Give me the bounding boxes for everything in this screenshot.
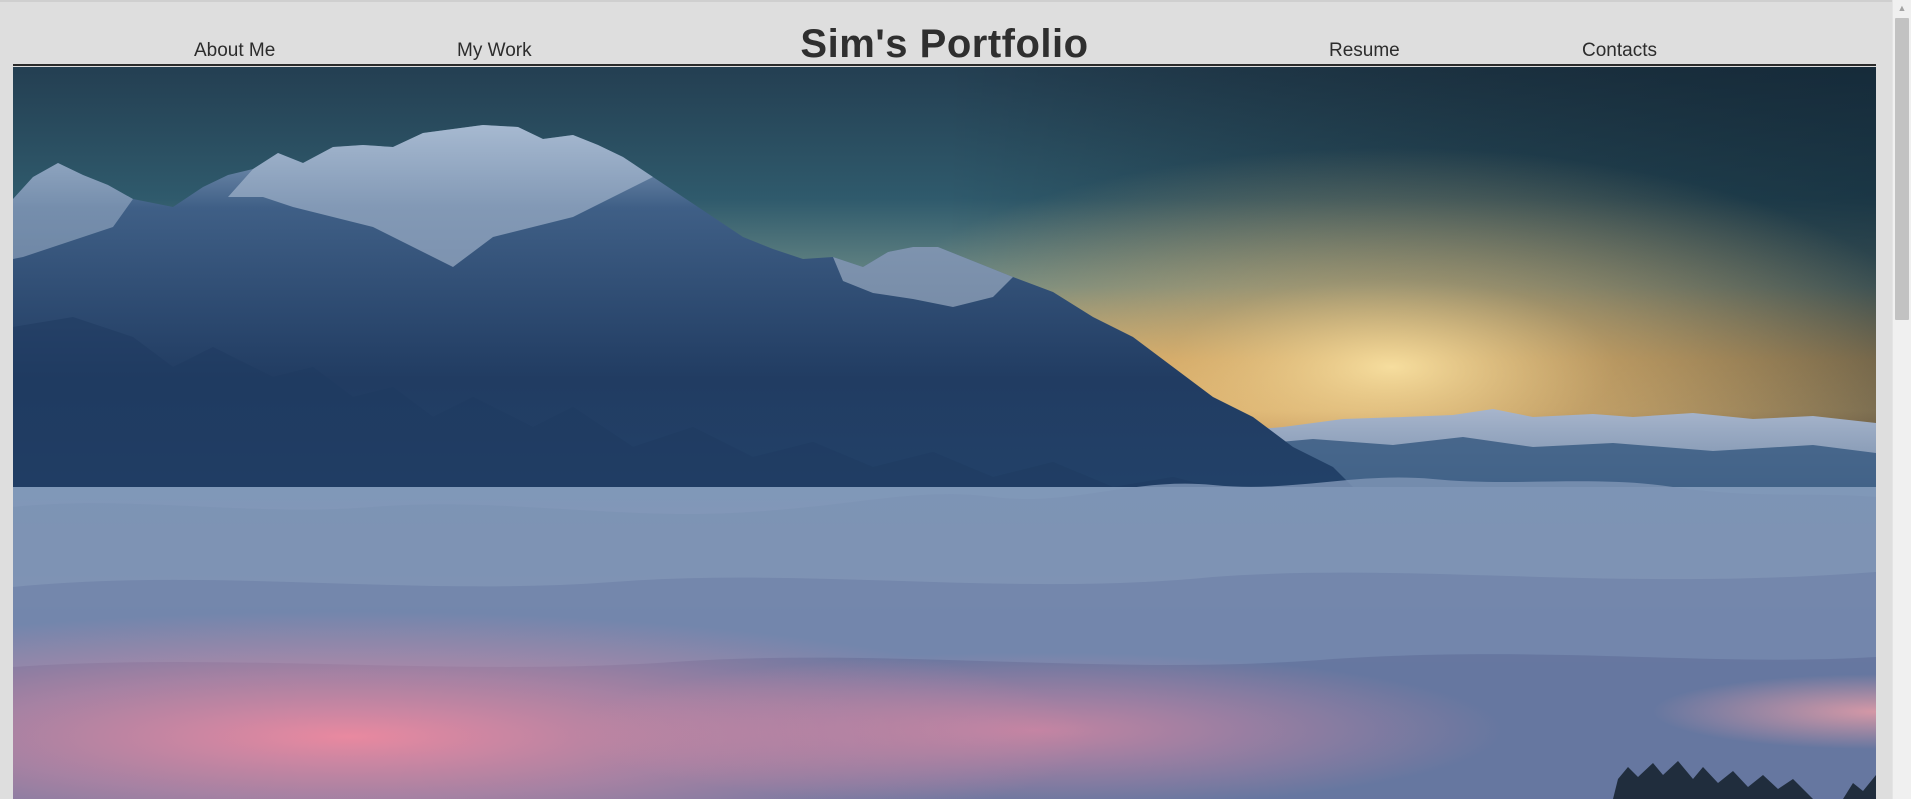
site-navigation: About Me My Work Sim's Portfolio Resume … — [13, 0, 1876, 66]
page: About Me My Work Sim's Portfolio Resume … — [0, 0, 1911, 799]
scrollbar-thumb[interactable] — [1895, 18, 1909, 320]
nav-link-resume[interactable]: Resume — [1329, 40, 1400, 62]
header-divider — [13, 64, 1876, 66]
mountain-landscape-illustration — [13, 67, 1876, 799]
hero-image — [13, 67, 1876, 799]
nav-link-contacts[interactable]: Contacts — [1582, 40, 1657, 62]
vertical-scrollbar[interactable]: ▲ — [1892, 0, 1911, 799]
scroll-up-arrow-icon[interactable]: ▲ — [1893, 0, 1911, 17]
